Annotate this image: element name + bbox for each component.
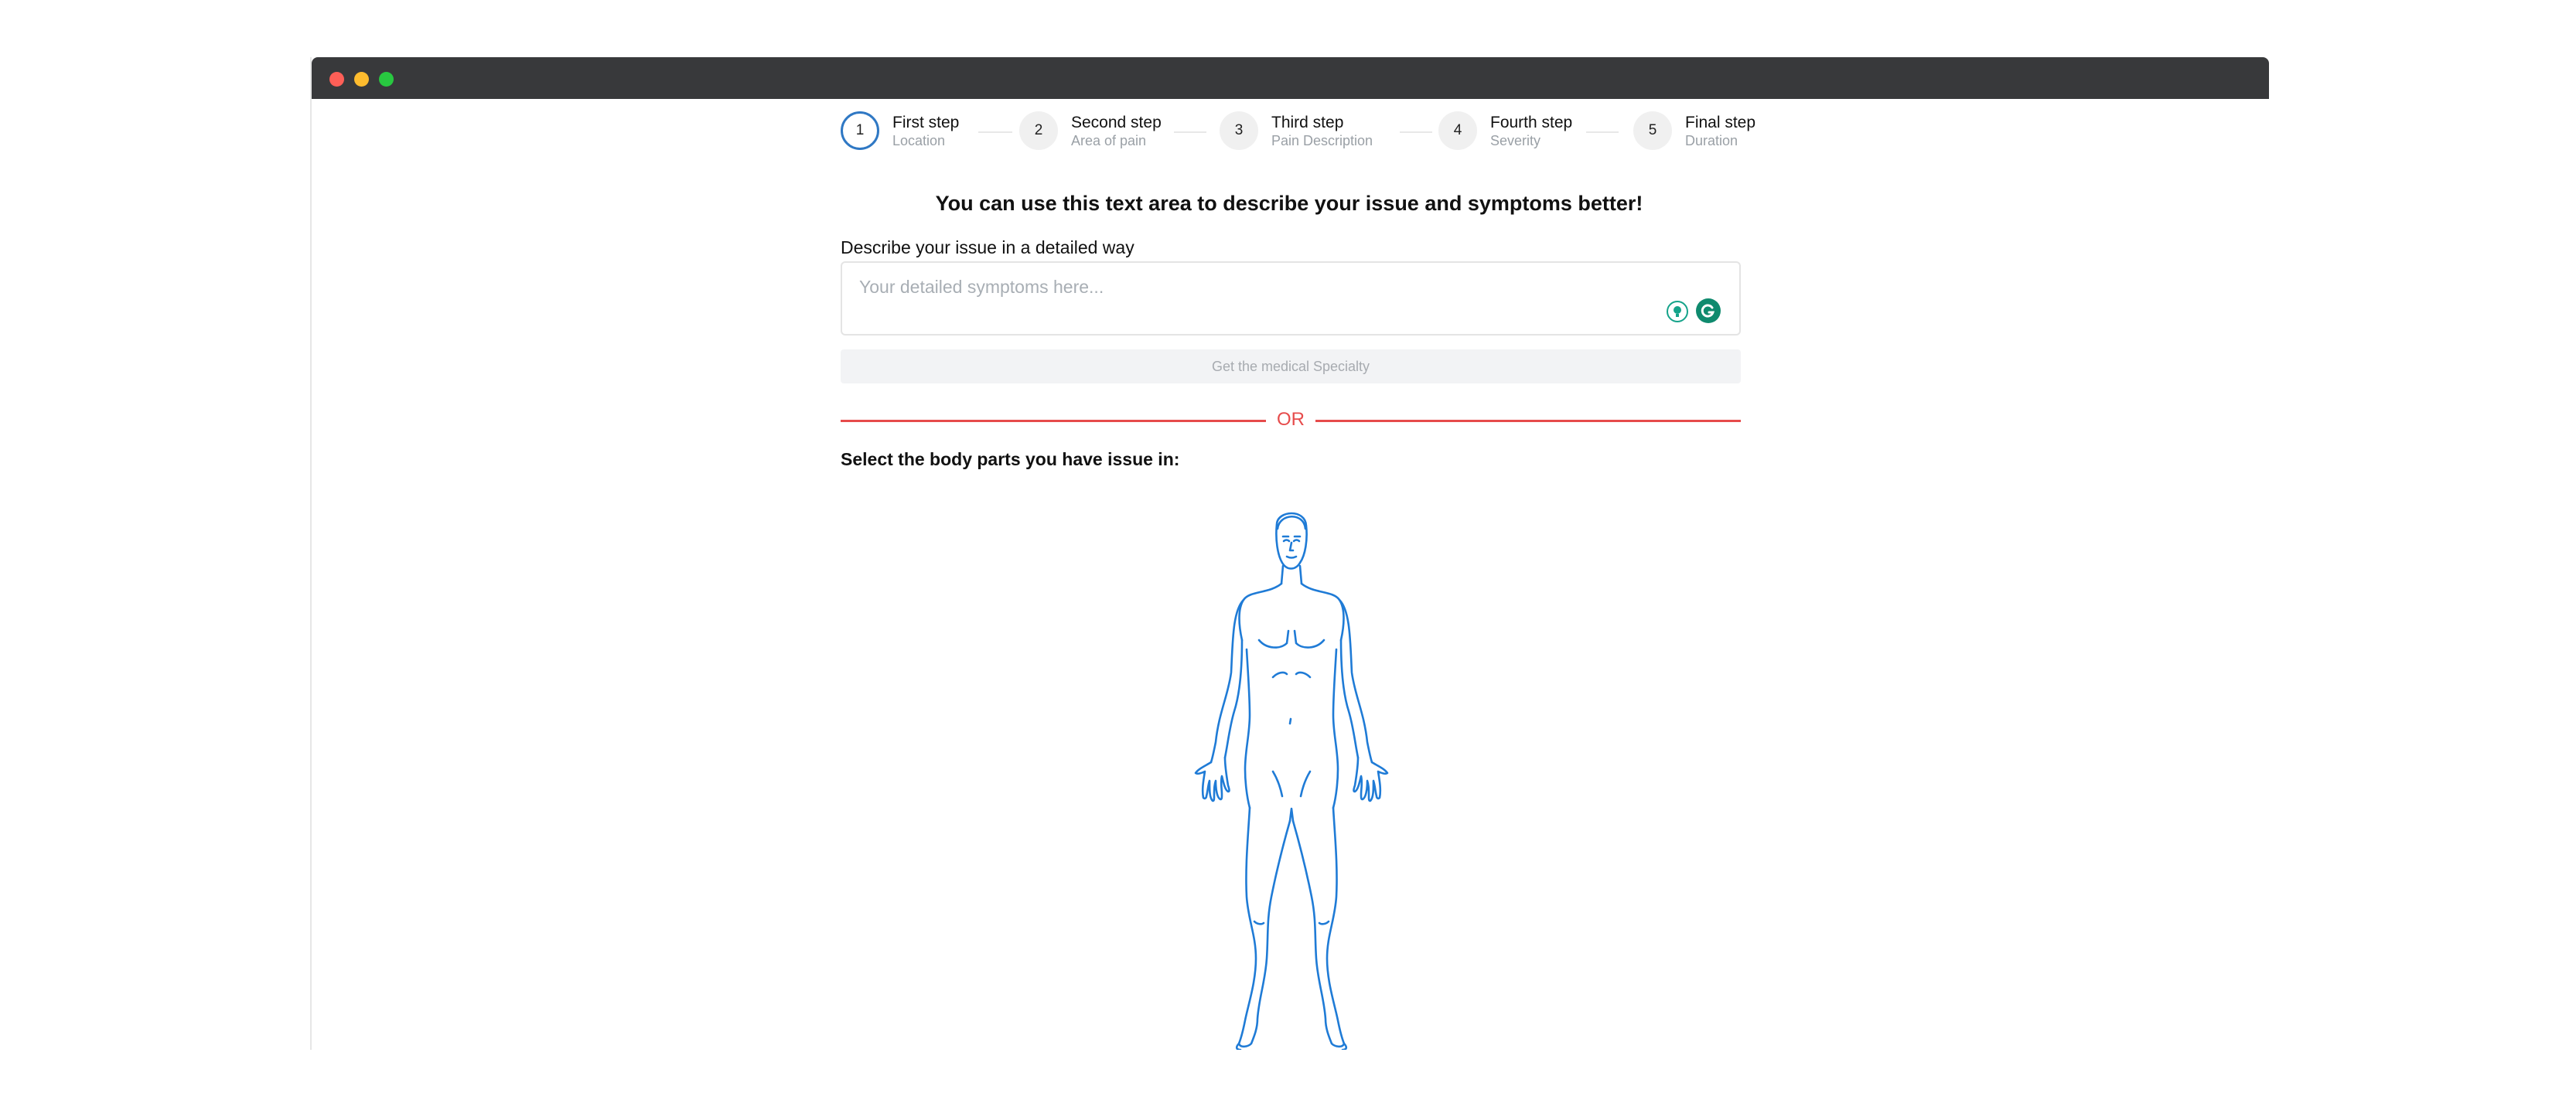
- body-left-hand: [1194, 756, 1230, 802]
- step-title: Second step: [1071, 114, 1162, 131]
- window-titlebar: [312, 57, 2269, 99]
- symptoms-textarea[interactable]: Your detailed symptoms here...: [841, 261, 1741, 336]
- body-torso: [1238, 582, 1345, 642]
- description-label: Describe your issue in a detailed way: [841, 237, 1134, 257]
- body-right-leg: [1291, 806, 1346, 1048]
- grammarly-bulb-icon[interactable]: [1667, 301, 1688, 322]
- body-left-leg: [1237, 806, 1291, 1048]
- step-number: 3: [1220, 111, 1258, 150]
- minimize-window-button[interactable]: [354, 72, 369, 87]
- step-subtitle: Area of pain: [1071, 133, 1147, 148]
- step-title: Fourth step: [1490, 114, 1573, 131]
- step-connector: [1586, 131, 1619, 133]
- close-window-button[interactable]: [329, 72, 344, 87]
- step-connector: [1174, 131, 1206, 133]
- step-subtitle: Severity: [1490, 133, 1541, 148]
- or-divider-right: [1315, 420, 1741, 422]
- step-subtitle: Duration: [1685, 133, 1738, 148]
- step-number: 1: [841, 111, 879, 150]
- step-number: 5: [1633, 111, 1672, 150]
- maximize-window-button[interactable]: [379, 72, 394, 87]
- grammarly-g-icon[interactable]: [1696, 298, 1721, 323]
- body-select-label: Select the body parts you have issue in:: [841, 449, 1180, 469]
- step-title: Third step: [1271, 114, 1344, 131]
- body-right-hand: [1353, 756, 1389, 802]
- step-title: First step: [892, 114, 960, 131]
- textarea-placeholder: Your detailed symptoms here...: [859, 277, 1104, 297]
- step-number: 4: [1438, 111, 1477, 150]
- step-subtitle: Location: [892, 133, 946, 148]
- get-specialty-button[interactable]: Get the medical Specialty: [841, 349, 1741, 383]
- step-subtitle: Pain Description: [1271, 133, 1373, 148]
- step-number: 2: [1019, 111, 1058, 150]
- or-divider-left: [841, 420, 1266, 422]
- browser-window: 1 First step Location 2 Second step Area…: [310, 57, 2269, 1050]
- step-connector: [978, 131, 1012, 133]
- step-title: Final step: [1685, 114, 1756, 131]
- or-divider-text: OR: [1277, 409, 1305, 430]
- step-connector: [1400, 131, 1432, 133]
- page-heading: You can use this text area to describe y…: [935, 192, 1643, 215]
- human-body-figure[interactable]: [1141, 502, 1440, 1050]
